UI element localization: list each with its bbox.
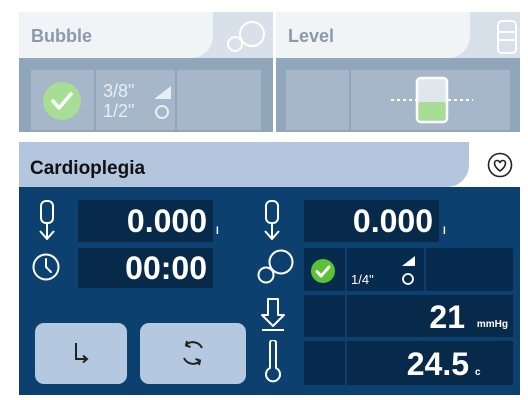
bubble-empty-cell (426, 248, 513, 291)
temperature-unit: c (475, 367, 481, 378)
volume-right-value: 0.000 (352, 203, 433, 239)
thermometer-icon (264, 339, 282, 389)
bubble-panel[interactable]: Bubble 3/8" 1/2" (19, 12, 273, 132)
tube-size-top-label: 3/8" (103, 81, 135, 101)
timer-box: 00:00 (78, 248, 213, 288)
bubbles-icon (256, 248, 296, 291)
heart-icon[interactable] (487, 152, 513, 183)
volume-left-unit: l (216, 226, 219, 237)
bubble-tube-size-cell: 3/8" 1/2" (96, 70, 175, 130)
cycle-button[interactable] (140, 323, 246, 384)
tube-size-indicator-icon (152, 82, 174, 127)
pressure-box: 21 mmHg (347, 295, 513, 337)
check-icon (43, 82, 81, 120)
temperature-value: 24.5 (406, 346, 469, 382)
reservoir-icon (497, 20, 517, 54)
level-panel[interactable]: Level (276, 12, 520, 132)
temperature-empty-cell (304, 341, 345, 385)
tube-size-bottom-label: 1/2" (103, 101, 135, 121)
pressure-empty-cell (304, 295, 345, 337)
volume-left-box: 0.000 (78, 200, 213, 242)
temperature-box: 24.5 c (347, 341, 513, 385)
bubble-status-cell (304, 248, 345, 291)
timer-value: 00:00 (125, 250, 207, 286)
pressure-icon (260, 297, 286, 338)
flow-direction-icon (69, 339, 93, 374)
bubble-status-cell (31, 70, 94, 130)
level-indicator-cell (351, 70, 510, 130)
pressure-value: 21 (429, 299, 465, 335)
cardioplegia-panel[interactable]: Cardioplegia 0.000 l 00:00 0.000 l 1/4" … (19, 142, 520, 395)
bubble-tube-size-cell: 1/4" (347, 248, 424, 291)
bubbles-icon (225, 20, 267, 54)
pressure-unit: mmHg (476, 319, 508, 330)
volume-right-unit: l (443, 226, 446, 237)
tube-size-indicator-icon (399, 252, 419, 293)
level-status-cell (286, 70, 349, 130)
clock-icon (31, 252, 61, 287)
check-icon (310, 258, 336, 289)
bubble-panel-title: Bubble (31, 26, 92, 46)
volume-remaining-icon (260, 200, 284, 247)
level-panel-title: Level (288, 26, 335, 46)
flow-direction-button[interactable] (35, 323, 127, 384)
bubble-empty-cell (177, 70, 261, 130)
volume-left-value: 0.000 (126, 203, 207, 239)
level-sensor-icon (387, 76, 477, 129)
cardioplegia-title: Cardioplegia (30, 158, 146, 179)
bubble-tube-size-label: 1/4" (351, 272, 374, 287)
cycle-icon (178, 338, 208, 373)
volume-delivered-icon (35, 200, 59, 247)
volume-right-box: 0.000 (304, 200, 439, 242)
